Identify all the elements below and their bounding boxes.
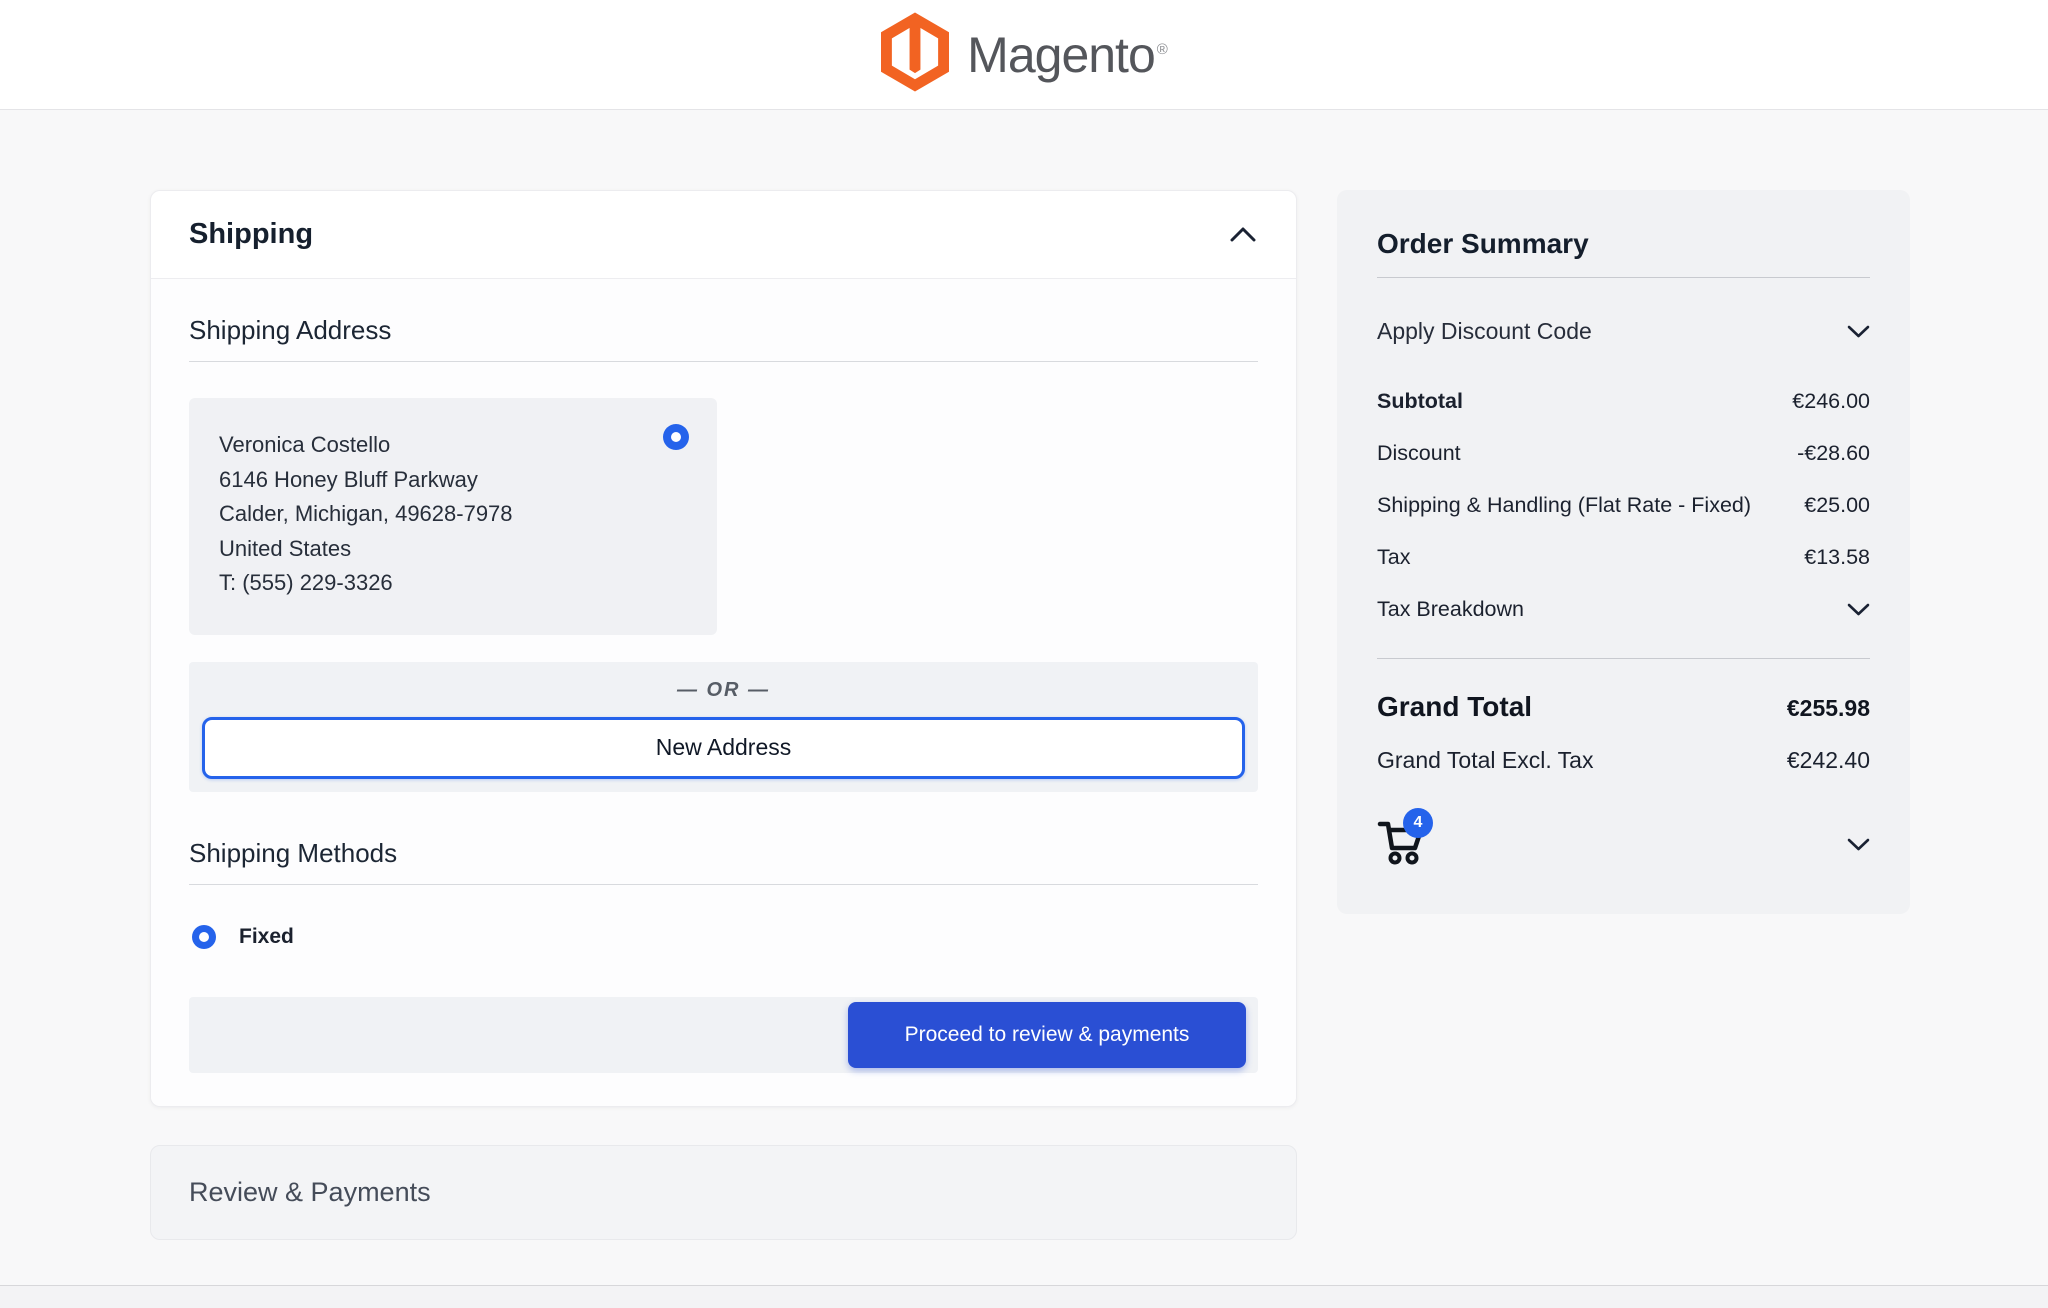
discount-label: Discount bbox=[1377, 441, 1461, 465]
shipping-handling-label: Shipping & Handling (Flat Rate - Fixed) bbox=[1377, 493, 1752, 517]
tax-row: Tax €13.58 bbox=[1377, 545, 1870, 570]
review-payments-title: Review & Payments bbox=[189, 1176, 431, 1207]
method-fixed-radio[interactable] bbox=[192, 924, 216, 949]
apply-discount-toggle[interactable]: Apply Discount Code bbox=[1377, 318, 1870, 345]
registered-mark: ® bbox=[1156, 40, 1168, 58]
grand-total-excl-label: Grand Total Excl. Tax bbox=[1377, 747, 1594, 773]
tax-value: €13.58 bbox=[1804, 545, 1870, 569]
cart-items-toggle[interactable]: 4 bbox=[1377, 808, 1870, 872]
shipping-address-title: Shipping Address bbox=[189, 315, 1258, 362]
discount-row: Discount -€28.60 bbox=[1377, 441, 1870, 466]
grand-total-excl-value: €242.40 bbox=[1786, 747, 1870, 773]
address-phone: T: (555) 229-3326 bbox=[219, 570, 393, 595]
shipping-method-fixed-row[interactable]: Fixed bbox=[189, 924, 1258, 949]
tax-label: Tax bbox=[1377, 545, 1411, 569]
subtotal-label: Subtotal bbox=[1377, 389, 1463, 413]
new-address-button[interactable]: New Address bbox=[202, 716, 1245, 779]
method-fixed-label: Fixed bbox=[239, 924, 294, 948]
magento-logo-icon bbox=[881, 12, 950, 97]
radio-dot bbox=[199, 931, 209, 942]
address-country: United States bbox=[219, 535, 352, 561]
grand-total-label: Grand Total bbox=[1377, 691, 1533, 722]
apply-discount-label: Apply Discount Code bbox=[1377, 318, 1592, 344]
tax-breakdown-label: Tax Breakdown bbox=[1377, 597, 1524, 621]
chevron-down-icon[interactable] bbox=[1847, 325, 1870, 338]
checkout-content: Shipping Shipping Address Veronica Coste… bbox=[0, 110, 2048, 1240]
subtotal-value: €246.00 bbox=[1792, 389, 1870, 413]
checkout-main-column: Shipping Shipping Address Veronica Coste… bbox=[150, 190, 1297, 1240]
address-street: 6146 Honey Bluff Parkway bbox=[219, 466, 478, 492]
site-header: Magento ® bbox=[0, 0, 2048, 110]
discount-value: -€28.60 bbox=[1797, 441, 1870, 465]
address-city-line: Calder, Michigan, 49628-7978 bbox=[219, 501, 513, 526]
shipping-handling-row: Shipping & Handling (Flat Rate - Fixed) … bbox=[1377, 493, 1870, 518]
address-name: Veronica Costello bbox=[219, 432, 391, 457]
proceed-to-review-button[interactable]: Proceed to review & payments bbox=[848, 1001, 1246, 1068]
proceed-strip: Proceed to review & payments bbox=[189, 996, 1258, 1073]
page-footer bbox=[0, 1285, 2048, 1308]
new-address-block: — OR — New Address bbox=[189, 661, 1258, 792]
totals-table: Subtotal €246.00 Discount -€28.60 Shippi… bbox=[1377, 389, 1870, 622]
shipping-step-title: Shipping bbox=[189, 218, 314, 250]
address-selected-radio[interactable] bbox=[663, 424, 689, 450]
shipping-methods-title: Shipping Methods bbox=[189, 838, 1258, 885]
magento-logo[interactable]: Magento ® bbox=[881, 12, 1168, 97]
chevron-up-icon[interactable] bbox=[1230, 227, 1256, 242]
shipping-step-header[interactable]: Shipping bbox=[151, 191, 1296, 279]
subtotal-row: Subtotal €246.00 bbox=[1377, 389, 1870, 414]
shipping-address-tile[interactable]: Veronica Costello 6146 Honey Bluff Parkw… bbox=[189, 398, 717, 635]
shipping-step-card: Shipping Shipping Address Veronica Coste… bbox=[150, 190, 1297, 1107]
cart-icon-wrap[interactable]: 4 bbox=[1377, 808, 1437, 872]
order-summary-sidebar: Order Summary Apply Discount Code Subtot… bbox=[1337, 190, 1910, 914]
summary-divider bbox=[1377, 658, 1870, 659]
grand-total-row: Grand Total €255.98 bbox=[1377, 691, 1870, 723]
cart-count-badge: 4 bbox=[1403, 808, 1433, 838]
grand-total-excl-row: Grand Total Excl. Tax €242.40 bbox=[1377, 747, 1870, 774]
radio-dot bbox=[671, 432, 681, 442]
shopping-cart-icon bbox=[1377, 821, 1429, 870]
shipping-step-body: Shipping Address Veronica Costello 6146 … bbox=[151, 279, 1296, 1106]
chevron-down-icon[interactable] bbox=[1847, 838, 1870, 851]
grand-total-value: €255.98 bbox=[1786, 695, 1870, 721]
or-divider: — OR — bbox=[676, 678, 771, 701]
order-summary-card: Order Summary Apply Discount Code Subtot… bbox=[1337, 190, 1910, 914]
review-payments-step[interactable]: Review & Payments bbox=[150, 1144, 1297, 1240]
shipping-handling-value: €25.00 bbox=[1804, 493, 1870, 517]
order-summary-title: Order Summary bbox=[1377, 228, 1870, 278]
tax-breakdown-toggle[interactable]: Tax Breakdown bbox=[1377, 597, 1870, 622]
chevron-down-icon[interactable] bbox=[1847, 603, 1870, 616]
logo-wordmark: Magento ® bbox=[967, 26, 1168, 83]
